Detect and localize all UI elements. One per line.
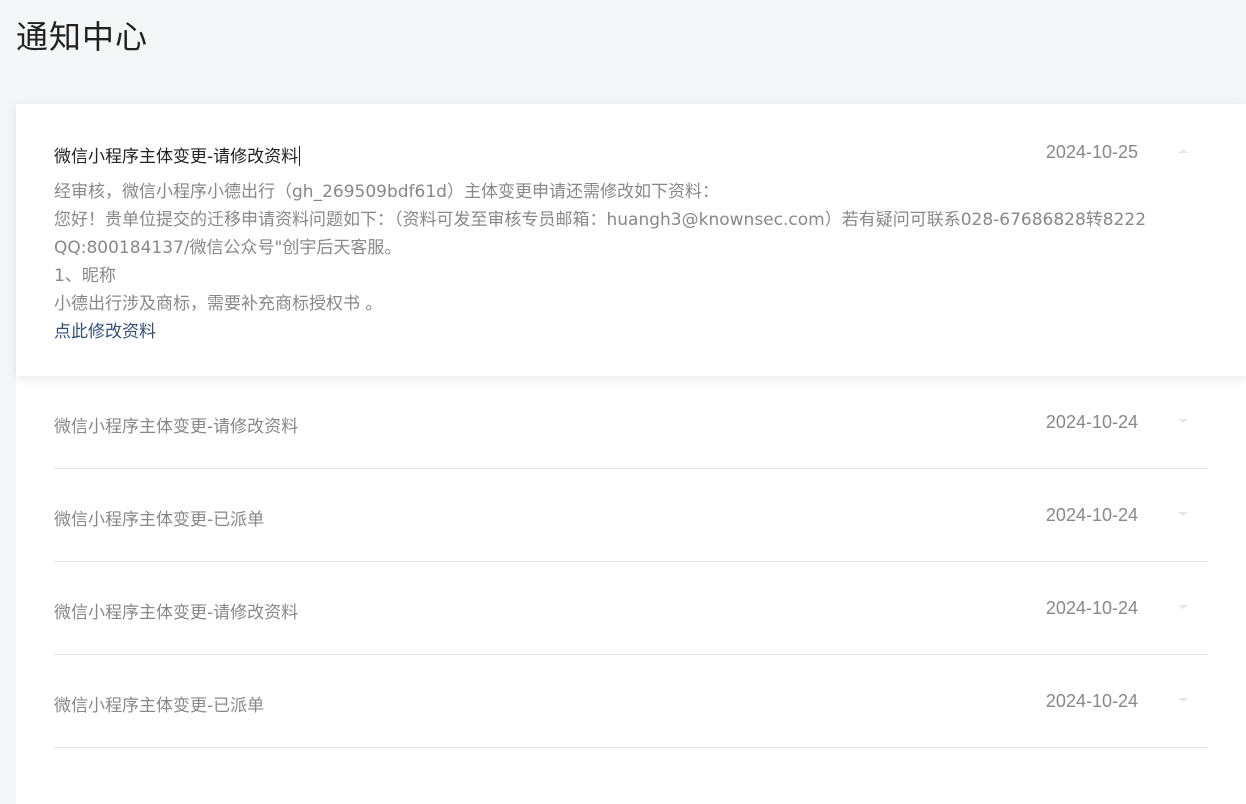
edit-materials-link[interactable]: 点此修改资料 <box>54 318 1154 346</box>
notification-title[interactable]: 微信小程序主体变更-请修改资料 <box>54 598 298 623</box>
body-line: 1、昵称 <box>54 266 116 286</box>
notification-date: 2024-10-24 <box>1045 598 1138 618</box>
notification-date: 2024-10-24 <box>1045 691 1138 711</box>
notification-title[interactable]: 微信小程序主体变更-请修改资料 <box>54 412 298 437</box>
notification-item-expanded[interactable]: 微信小程序主体变更-请修改资料 2024-10-25 经审核，微信小程序小德出行… <box>16 104 1246 376</box>
notification-title[interactable]: 微信小程序主体变更-已派单 <box>54 505 264 530</box>
chevron-down-icon[interactable] <box>1176 416 1190 426</box>
chevron-down-icon[interactable] <box>1176 602 1190 612</box>
chevron-down-icon[interactable] <box>1176 509 1190 519</box>
notification-title[interactable]: 微信小程序主体变更-已派单 <box>54 691 264 716</box>
notification-date: 2024-10-24 <box>1045 505 1138 525</box>
notification-body: 经审核，微信小程序小德出行（gh_269509bdf61d）主体变更申请还需修改… <box>54 178 1154 346</box>
body-line: 经审核，微信小程序小德出行（gh_269509bdf61d）主体变更申请还需修改… <box>54 182 719 202</box>
chevron-down-icon[interactable] <box>1176 695 1190 705</box>
notification-item[interactable]: 微信小程序主体变更-已派单 2024-10-24 <box>16 655 1246 748</box>
body-line: 小德出行涉及商标，需要补充商标授权书 。 <box>54 294 383 314</box>
page-title: 通知中心 <box>16 18 149 56</box>
notification-date: 2024-10-25 <box>1045 142 1138 162</box>
body-line: 您好！贵单位提交的迁移申请资料问题如下：（资料可发至审核专员邮箱：huangh3… <box>54 210 1147 258</box>
notification-date: 2024-10-24 <box>1045 412 1138 432</box>
notification-item[interactable]: 微信小程序主体变更-已派单 2024-10-24 <box>16 469 1246 562</box>
chevron-up-icon[interactable] <box>1176 146 1190 156</box>
notification-title[interactable]: 微信小程序主体变更-请修改资料 <box>54 142 300 167</box>
notification-item[interactable]: 微信小程序主体变更-请修改资料 2024-10-24 <box>16 562 1246 655</box>
notification-item[interactable]: 微信小程序主体变更-请修改资料 2024-10-24 <box>16 376 1246 469</box>
